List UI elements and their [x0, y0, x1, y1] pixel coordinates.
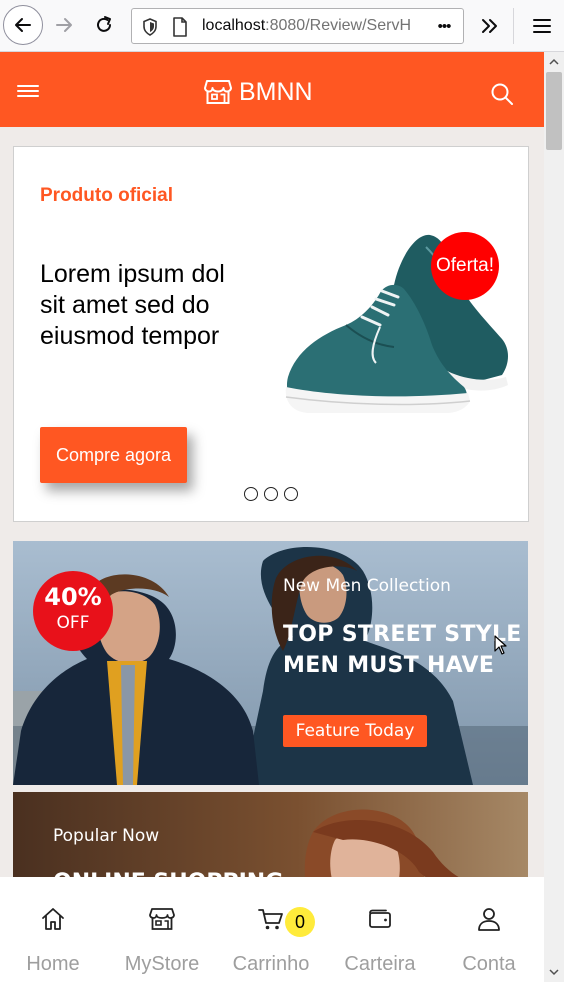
discount-percent: 40%: [44, 583, 102, 611]
banner-headline-line2: MEN MUST HAVE: [283, 653, 495, 678]
brand-name: BMNN: [239, 77, 313, 106]
carousel-dot-2[interactable]: [264, 487, 278, 501]
nav-item-home[interactable]: Home: [3, 877, 103, 982]
page-scrollbar[interactable]: [544, 52, 564, 982]
browser-toolbar: localhost:8080/Review/ServH •••: [0, 0, 564, 52]
search-icon[interactable]: [488, 80, 516, 108]
nav-label-wallet: Carteira: [344, 953, 416, 975]
hero-kicker: Produto oficial: [40, 185, 173, 206]
scroll-up-arrow[interactable]: [544, 52, 564, 72]
banner-headline: TOP STREET STYLE MEN MUST HAVE: [283, 619, 522, 681]
reload-icon: [97, 16, 111, 32]
url-text[interactable]: localhost:8080/Review/ServH: [202, 17, 420, 35]
toolbar-overflow-button[interactable]: [472, 7, 508, 45]
nav-item-cart[interactable]: 0 Carrinho: [221, 877, 321, 982]
browser-menu-button[interactable]: [524, 7, 560, 45]
bottom-navigation: Home MyStore 0 Carrinho Carteira Conta: [0, 877, 544, 982]
store-icon: [149, 908, 175, 930]
shop-now-button[interactable]: Compre agora: [40, 427, 187, 483]
brand-logo[interactable]: BMNN: [204, 77, 313, 107]
url-host: localhost: [202, 17, 266, 34]
nav-item-wallet[interactable]: Carteira: [330, 877, 430, 982]
promo-banner-men[interactable]: 40% OFF New Men Collection TOP STREET ST…: [13, 541, 528, 785]
url-path: :8080/Review/ServH: [265, 17, 411, 34]
nav-label-mystore: MyStore: [124, 953, 200, 975]
scroll-down-arrow[interactable]: [544, 962, 564, 982]
arrow-right-icon: [56, 18, 72, 32]
shield-icon[interactable]: [142, 18, 158, 36]
toolbar-divider: [513, 8, 514, 44]
reload-button[interactable]: [85, 6, 123, 44]
user-icon: [478, 908, 500, 931]
app-header: BMNN: [0, 52, 544, 127]
discount-off-label: OFF: [56, 613, 90, 633]
banner-headline-line1: TOP STREET STYLE: [283, 622, 522, 647]
nav-item-account[interactable]: Conta: [439, 877, 539, 982]
cart-icon: [258, 909, 283, 930]
nav-item-mystore[interactable]: MyStore: [112, 877, 212, 982]
page-viewport: BMNN Produto oficial Lorem ipsum dol sit…: [0, 52, 544, 982]
arrow-left-icon: [15, 18, 31, 32]
hero-title: Lorem ipsum dol sit amet sed do eiusmod …: [40, 260, 225, 350]
banner-kicker: Popular Now: [53, 826, 160, 846]
more-icon: •••: [437, 17, 452, 35]
menu-icon: [533, 19, 551, 33]
carousel-dot-3[interactable]: [284, 487, 298, 501]
feature-today-button[interactable]: Feature Today: [283, 715, 427, 747]
forward-button[interactable]: [45, 6, 83, 44]
chevron-double-right-icon: [482, 19, 497, 33]
hero-carousel: Produto oficial Lorem ipsum dol sit amet…: [13, 146, 529, 522]
cart-count-badge: 0: [285, 907, 315, 937]
scrollbar-thumb[interactable]: [546, 72, 562, 150]
back-button[interactable]: [3, 5, 43, 45]
carousel-indicators: [244, 487, 298, 501]
wallet-icon: [369, 909, 391, 928]
store-icon: [204, 80, 232, 104]
banner-kicker: New Men Collection: [283, 576, 451, 596]
page-actions-button[interactable]: •••: [431, 15, 457, 37]
carousel-dot-1[interactable]: [244, 487, 258, 501]
chevron-down-icon: [549, 969, 559, 976]
nav-label-account: Conta: [462, 953, 516, 975]
address-bar[interactable]: localhost:8080/Review/ServH •••: [131, 8, 464, 44]
home-icon: [42, 908, 64, 930]
page-icon[interactable]: [172, 17, 188, 37]
mouse-cursor-icon: [494, 635, 507, 655]
discount-badge: 40% OFF: [33, 571, 113, 651]
nav-label-home: Home: [26, 953, 80, 975]
hamburger-menu-icon[interactable]: [14, 78, 44, 102]
offer-badge: Oferta!: [431, 232, 499, 300]
nav-label-cart: Carrinho: [232, 953, 310, 975]
chevron-up-icon: [549, 58, 559, 65]
